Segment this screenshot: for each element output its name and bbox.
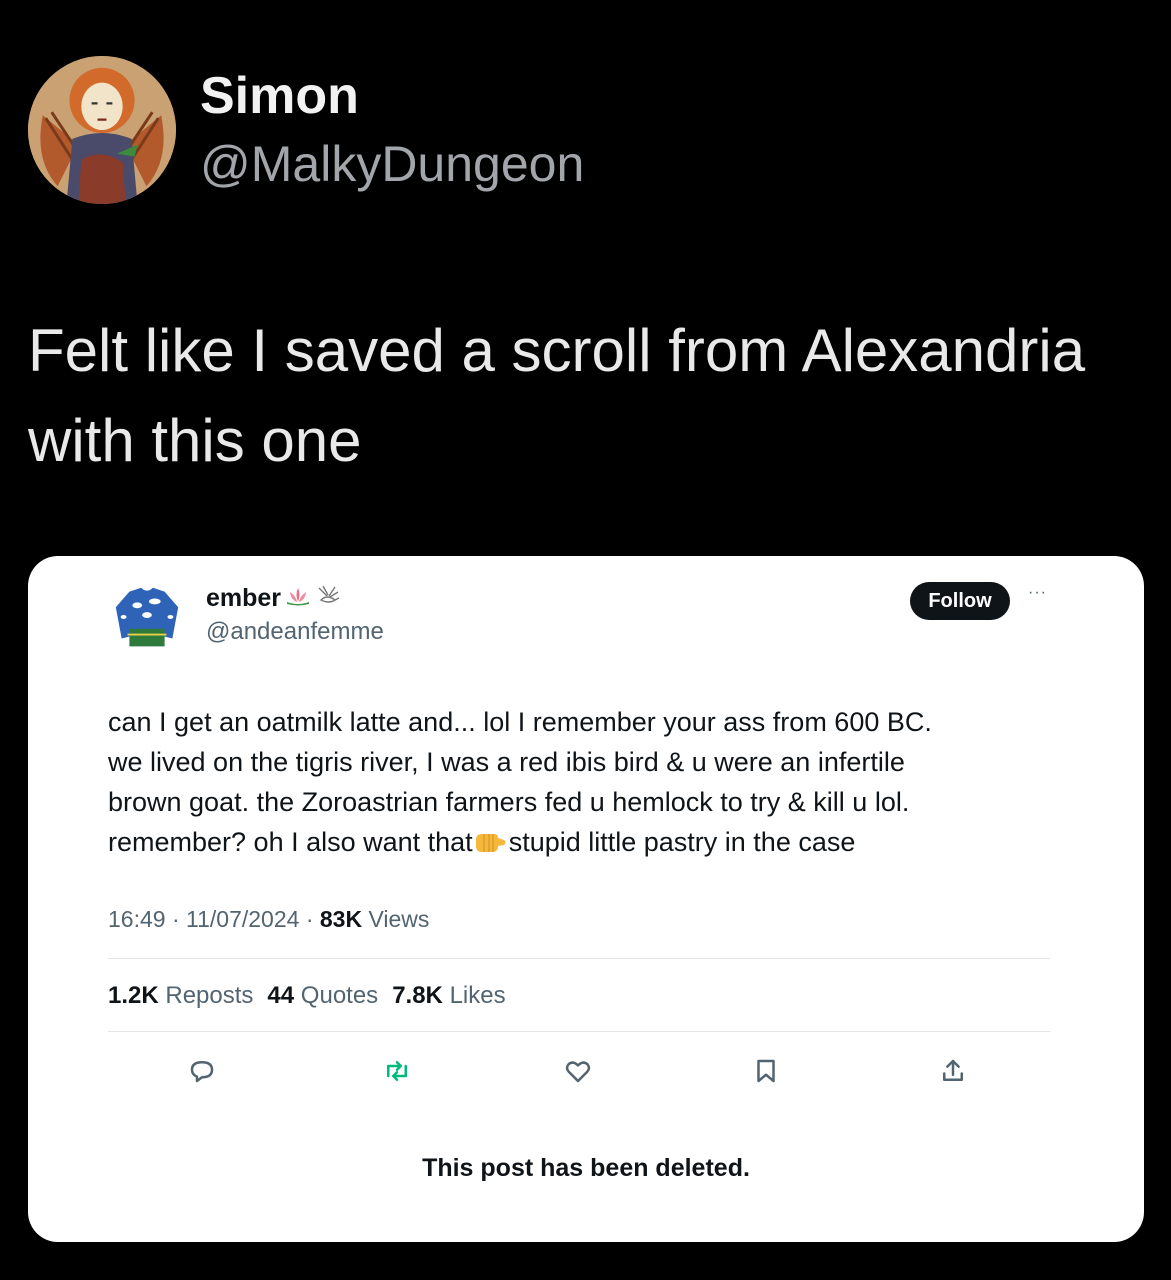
like-button[interactable] [563,1056,593,1086]
reposts-label: Reposts [165,982,254,1009]
likes-stat[interactable]: 7.8K Likes [392,982,505,1010]
like-icon [565,1061,591,1083]
divider [108,1031,1050,1032]
quotes-stat[interactable]: 44 Quotes [267,982,378,1010]
reposts-count: 1.2K [108,982,159,1009]
follow-button[interactable]: Follow [910,582,1010,620]
quoted-tweet-text: can I get an oatmilk latte and... lol I … [108,702,1038,867]
bookmark-icon [757,1059,775,1083]
share-icon [943,1059,963,1081]
reply-icon [190,1061,214,1083]
pointing-hand-emoji-icon [474,827,508,867]
tweet-date[interactable]: 11/07/2024 [186,906,299,932]
sweater-avatar-illustration [108,578,186,656]
tweet-text-line: brown goat. the Zoroastrian farmers fed … [108,787,910,817]
tweet-text-line: can I get an oatmilk latte and... lol I … [108,707,932,737]
outer-avatar-illustration [28,56,176,204]
outer-avatar[interactable] [28,56,176,204]
quoted-tweet-card[interactable]: ember @andeanfemme Follow ··· can I get … [28,556,1144,1242]
inner-display-name[interactable]: ember [206,584,281,613]
tweet-metadata: 16:49 · 11/07/2024 · 83K Views [108,906,429,933]
more-options-icon[interactable]: ··· [1028,584,1047,602]
repost-icon [387,1061,407,1081]
outer-tweet-header: Simon @MalkyDungeon [28,56,584,204]
views-count: 83K [319,906,363,932]
outer-handle[interactable]: @MalkyDungeon [200,133,584,195]
inner-handle[interactable]: @andeanfemme [206,618,384,646]
tweet-text-line: we lived on the tigris river, I was a re… [108,747,905,777]
repost-button[interactable] [382,1056,412,1086]
tweet-text-segment: remember? oh I also want that [108,827,473,857]
reposts-stat[interactable]: 1.2K Reposts [108,982,253,1010]
quotes-label: Quotes [300,982,379,1009]
likes-label: Likes [449,982,506,1009]
quotes-count: 44 [267,982,295,1009]
reply-button[interactable] [187,1056,217,1086]
outer-display-name[interactable]: Simon [200,65,584,127]
tweet-text-segment: stupid little pastry in the case [508,827,856,857]
divider [108,958,1050,959]
likes-count: 7.8K [392,982,443,1009]
views-label: Views [368,906,430,932]
bird-emoji-icon [315,584,341,613]
meta-separator: · [305,906,320,932]
engagement-stats: 1.2K Reposts 44 Quotes 7.8K Likes [108,982,520,1010]
bookmark-button[interactable] [751,1056,781,1086]
inner-name-row: ember [206,584,341,613]
tweet-text-line: remember? oh I also want that stupid litt… [108,822,1038,867]
tweet-time[interactable]: 16:49 [108,906,166,932]
inner-avatar[interactable] [108,578,186,656]
share-button[interactable] [938,1056,968,1086]
meta-separator: · [171,906,187,932]
lotus-emoji-icon [285,586,311,611]
deleted-notice: This post has been deleted. [422,1154,750,1182]
outer-tweet-text: Felt like I saved a scroll from Alexandr… [28,317,1086,474]
